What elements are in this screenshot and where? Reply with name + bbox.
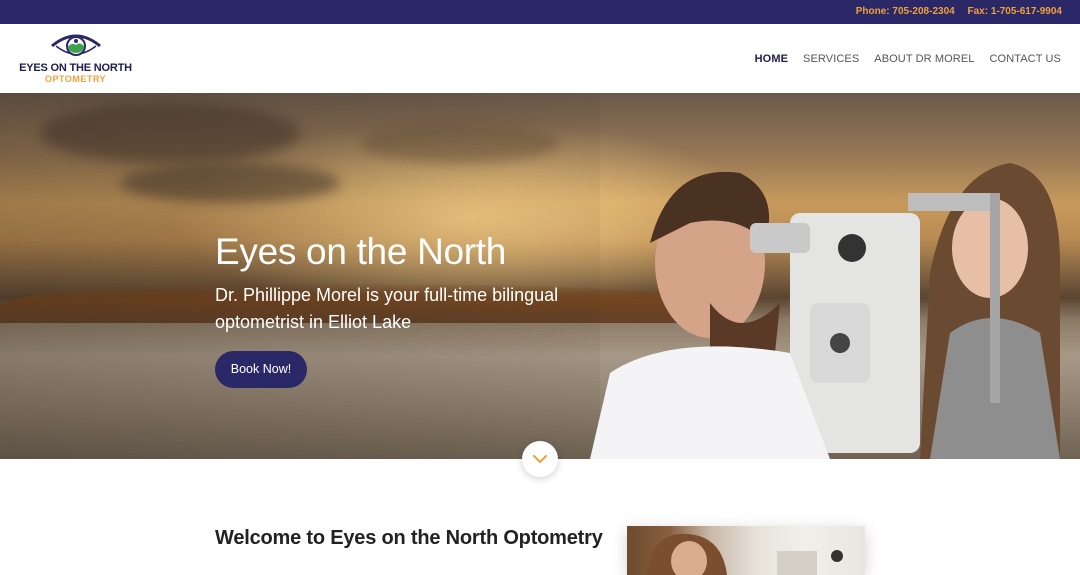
book-now-button[interactable]: Book Now!	[215, 351, 307, 388]
fax-number: Fax: 1-705-617-9904	[967, 6, 1062, 17]
contact-info: Phone: 705-208-2304 Fax: 1-705-617-9904	[846, 0, 1062, 24]
nav-contact[interactable]: CONTACT US	[990, 53, 1062, 65]
logo-subtitle: OPTOMETRY	[44, 74, 106, 84]
site-header: EYES ON THE NORTH OPTOMETRY HOME SERVICE…	[0, 24, 1080, 93]
welcome-heading: Welcome to Eyes on the North Optometry	[215, 527, 603, 549]
hero-text: Eyes on the North Dr. Phillippe Morel is…	[215, 230, 595, 336]
logo-title: EYES ON THE NORTH	[19, 62, 132, 74]
welcome-photo	[627, 526, 865, 575]
nav-services[interactable]: SERVICES	[803, 53, 859, 65]
top-contact-bar: Phone: 705-208-2304 Fax: 1-705-617-9904	[0, 0, 1080, 24]
nav-about[interactable]: ABOUT DR MOREL	[874, 53, 974, 65]
site-logo[interactable]: EYES ON THE NORTH OPTOMETRY	[18, 30, 138, 88]
nav-home[interactable]: HOME	[755, 53, 788, 65]
hero-subtitle: Dr. Phillippe Morel is your full-time bi…	[215, 285, 559, 332]
hero-banner: Eyes on the North Dr. Phillippe Morel is…	[0, 93, 1080, 459]
exam-photo	[590, 163, 1060, 459]
chevron-down-icon	[533, 454, 547, 463]
eye-logo-icon	[51, 34, 101, 56]
scroll-down-button[interactable]	[522, 441, 558, 477]
welcome-photo-image	[647, 533, 843, 575]
phone-number[interactable]: Phone: 705-208-2304	[856, 6, 955, 17]
main-nav: HOME SERVICES ABOUT DR MOREL CONTACT US	[755, 24, 1061, 93]
hero-title: Eyes on the North	[215, 231, 507, 272]
